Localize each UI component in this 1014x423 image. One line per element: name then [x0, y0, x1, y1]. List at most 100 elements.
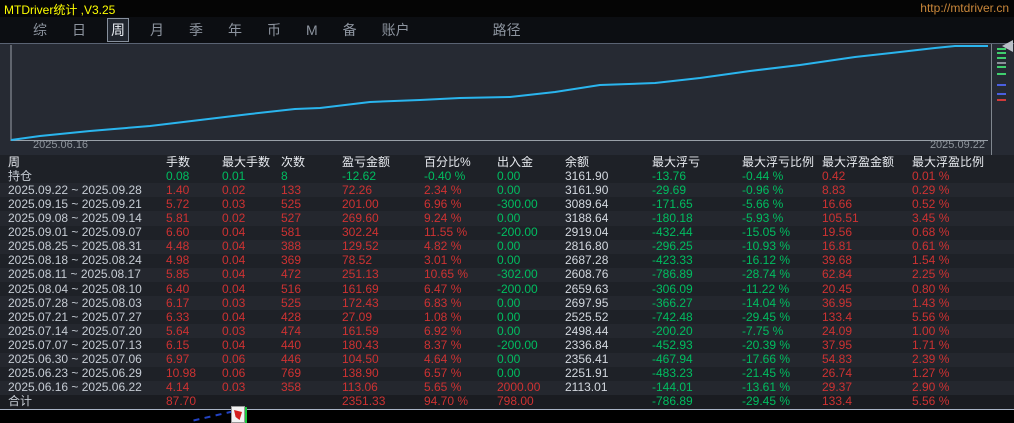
table-cell: -423.33 — [652, 254, 693, 268]
table-cell: 6.33 — [166, 310, 190, 324]
column-header: 百分比% — [424, 155, 471, 169]
table-row-week[interactable]: 2025.08.04 ~ 2025.08.10 6.40 0.04 516 161.69… — [0, 282, 1014, 296]
table-cell: 3161.90 — [565, 169, 609, 183]
table-cell: -15.05 % — [742, 226, 791, 240]
table-cell: 161.59 — [342, 324, 379, 338]
column-header: 最大浮亏 — [652, 155, 701, 169]
table-cell: 6.83 % — [424, 296, 462, 310]
table-cell: 0.04 — [222, 240, 246, 254]
row-label: 2025.09.08 ~ 2025.09.14 — [8, 211, 142, 225]
table-cell: -483.23 — [652, 367, 693, 381]
row-label: 2025.07.28 ~ 2025.08.03 — [8, 296, 142, 310]
table-cell: 6.60 — [166, 226, 190, 240]
table-cell: -467.94 — [652, 353, 693, 367]
table-cell: 525 — [281, 197, 302, 211]
table-cell: 3188.64 — [565, 211, 609, 225]
table-cell: -296.25 — [652, 240, 693, 254]
table-cell: 0.03 — [222, 197, 246, 211]
menu-item-path[interactable]: 路径 — [490, 19, 524, 41]
table-row-week[interactable]: 2025.07.21 ~ 2025.07.27 6.33 0.04 428 27.09 1… — [0, 310, 1014, 324]
row-label: 2025.08.18 ~ 2025.08.24 — [8, 254, 142, 268]
table-cell: 5.56 % — [912, 395, 950, 409]
table-cell: 0.02 — [222, 211, 246, 225]
table-cell: 798.00 — [497, 395, 534, 409]
table-cell: 0.00 — [497, 367, 521, 381]
menu-item-composite[interactable]: 综 — [30, 19, 50, 41]
table-cell: 1.08 % — [424, 310, 462, 324]
app-url-link[interactable]: http://mtdriver.cn — [920, 1, 1009, 15]
table-cell: 8.83 — [822, 183, 846, 197]
table-row-week[interactable]: 2025.07.07 ~ 2025.07.13 6.15 0.04 440 180.43… — [0, 338, 1014, 352]
indicator-tick — [997, 66, 1006, 68]
table-cell: 0.01 % — [912, 169, 950, 183]
table-cell: 2336.84 — [565, 338, 609, 352]
menu-item-currency[interactable]: 币 — [264, 19, 284, 41]
table-row-week[interactable]: 2025.06.23 ~ 2025.06.29 10.98 0.06 769 138.9… — [0, 367, 1014, 381]
table-cell: -13.61 % — [742, 381, 791, 395]
table-cell: 269.60 — [342, 211, 379, 225]
table-cell: 62.84 — [822, 268, 853, 282]
table-cell: 8.37 % — [424, 338, 462, 352]
table-cell: 251.13 — [342, 268, 379, 282]
desktop-app-icon[interactable] — [231, 406, 247, 423]
table-cell: 446 — [281, 353, 302, 367]
table-cell: 3.45 % — [912, 211, 950, 225]
table-cell: 133.4 — [822, 395, 853, 409]
indicator-tick — [997, 52, 1006, 54]
table-cell: 369 — [281, 254, 302, 268]
table-row-week[interactable]: 2025.08.25 ~ 2025.08.31 4.48 0.04 388 129.52… — [0, 239, 1014, 254]
table-cell: -5.66 % — [742, 197, 784, 211]
table-row-position[interactable]: 持仓 0.08 0.01 8 -12.62 -0.40 % 0.00 3161.90 -13.7… — [0, 169, 1014, 183]
table-cell: -16.12 % — [742, 254, 791, 268]
table-cell: 133.4 — [822, 310, 853, 324]
table-row-week[interactable]: 2025.09.22 ~ 2025.09.28 1.40 0.02 133 72.26 2… — [0, 183, 1014, 198]
table-cell: 27.09 — [342, 310, 373, 324]
table-cell: 180.43 — [342, 338, 379, 352]
row-label: 2025.07.07 ~ 2025.07.13 — [8, 338, 142, 352]
table-cell: 0.29 % — [912, 183, 950, 197]
menu-item-account[interactable]: 账户 — [379, 19, 413, 41]
table-cell: 39.68 — [822, 254, 853, 268]
column-header: 最大浮盈比例 — [912, 155, 985, 169]
table-cell: 474 — [281, 324, 302, 338]
table-cell: 4.48 — [166, 240, 190, 254]
menu-item-year[interactable]: 年 — [225, 19, 245, 41]
column-header: 手数 — [166, 155, 191, 169]
menu-item-month[interactable]: 月 — [147, 19, 167, 41]
table-cell: -0.40 % — [424, 169, 466, 183]
menu-item-backup[interactable]: 备 — [340, 19, 360, 41]
scroll-arrow-icon[interactable] — [1002, 40, 1013, 52]
table-cell: 6.17 — [166, 296, 190, 310]
table-cell: 0.52 % — [912, 197, 950, 211]
table-cell: 10.98 — [166, 367, 197, 381]
menu-item-m[interactable]: M — [303, 21, 321, 39]
menu-item-day[interactable]: 日 — [69, 19, 89, 41]
column-header: 次数 — [281, 155, 306, 169]
table-cell: -29.45 % — [742, 310, 791, 324]
table-cell: 105.51 — [822, 211, 859, 225]
table-cell: -29.69 — [652, 183, 687, 197]
table-row-week[interactable]: 2025.06.16 ~ 2025.06.22 4.14 0.03 358 113.06… — [0, 380, 1014, 395]
menu-item-quarter[interactable]: 季 — [186, 19, 206, 41]
table-row-week[interactable]: 2025.08.18 ~ 2025.08.24 4.98 0.04 369 78.52 3… — [0, 254, 1014, 268]
table-cell: 2659.63 — [565, 282, 609, 296]
table-row-week[interactable]: 2025.09.08 ~ 2025.09.14 5.81 0.02 527 269.60… — [0, 211, 1014, 226]
table-cell: 29.37 — [822, 381, 853, 395]
table-cell: 19.56 — [822, 226, 853, 240]
table-cell: 129.52 — [342, 240, 379, 254]
table-cell: 2251.91 — [565, 367, 609, 381]
table-row-week[interactable]: 2025.08.11 ~ 2025.08.17 5.85 0.04 472 251.13… — [0, 267, 1014, 282]
menu-item-week[interactable]: 周 — [107, 18, 129, 42]
table-row-week[interactable]: 2025.07.14 ~ 2025.07.20 5.64 0.03 474 161.59… — [0, 324, 1014, 339]
column-header: 最大浮亏比例 — [742, 155, 815, 169]
table-cell: 516 — [281, 282, 302, 296]
table-row-week[interactable]: 2025.07.28 ~ 2025.08.03 6.17 0.03 525 172.43… — [0, 296, 1014, 311]
table-cell: 4.14 — [166, 381, 190, 395]
table-row-week[interactable]: 2025.06.30 ~ 2025.07.06 6.97 0.06 446 104.50… — [0, 352, 1014, 367]
table-cell: 201.00 — [342, 197, 379, 211]
table-row-week[interactable]: 2025.09.01 ~ 2025.09.07 6.60 0.04 581 302.24… — [0, 226, 1014, 240]
table-cell: 4.98 — [166, 254, 190, 268]
table-row-week[interactable]: 2025.09.15 ~ 2025.09.21 5.72 0.03 525 201.00… — [0, 197, 1014, 211]
indicator-tick — [997, 73, 1006, 75]
table-cell: 0.00 — [497, 254, 521, 268]
